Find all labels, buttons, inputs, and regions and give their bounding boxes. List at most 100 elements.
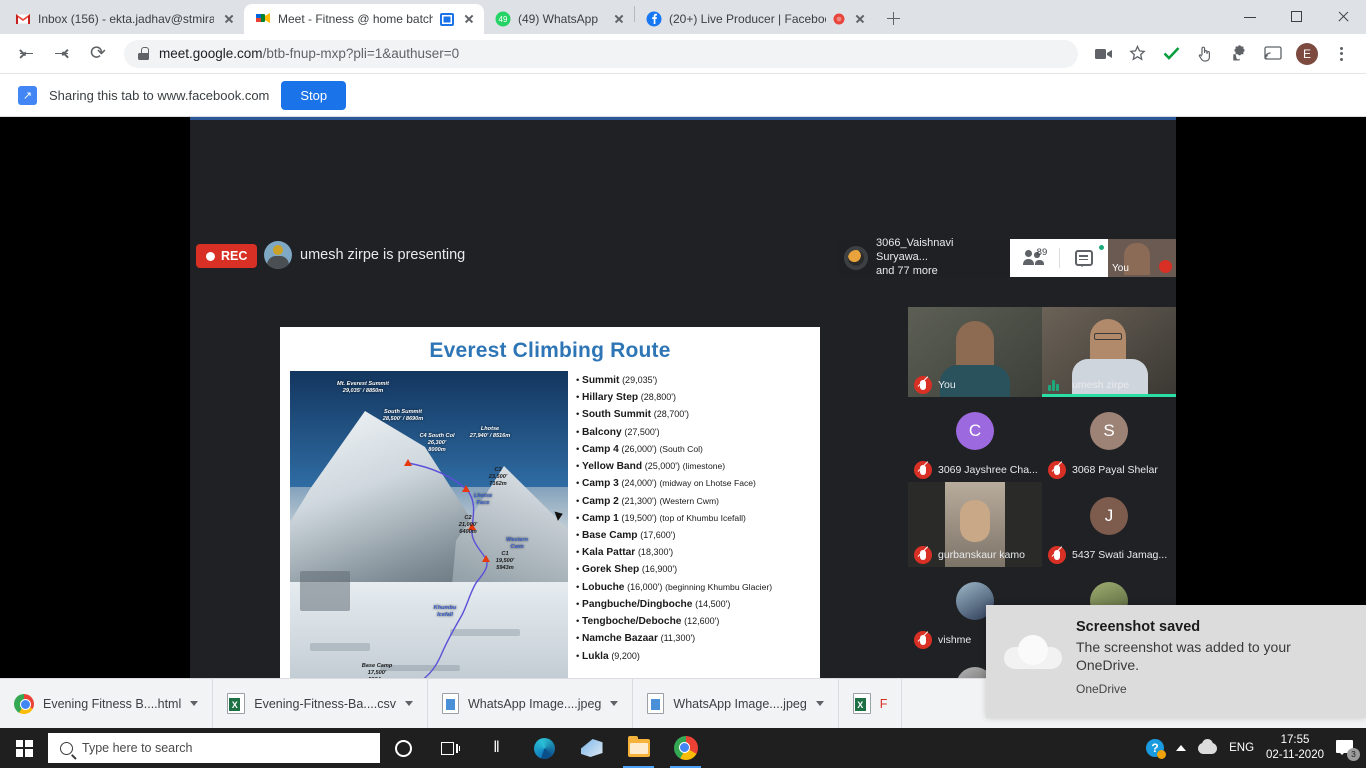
browser-tab-whatsapp[interactable]: 49 (49) WhatsApp <box>484 4 634 34</box>
kebab-icon <box>1330 43 1352 65</box>
people-count: 89 <box>1037 247 1048 258</box>
slide-body: Mt. Everest Summit 29,035' / 8850m South… <box>290 371 810 711</box>
image-label: C4 South Col 26,300' 8000m <box>402 433 472 454</box>
avatar: S <box>1090 412 1128 450</box>
avatar[interactable]: E <box>1293 40 1321 68</box>
search-input[interactable]: Type here to search <box>48 733 380 763</box>
download-item[interactable]: Evening-Fitness-Ba....csv <box>213 679 428 729</box>
chevron-down-icon[interactable] <box>190 701 198 706</box>
route-bullet-list: Summit (29,035') Hillary Step (28,800') … <box>576 371 810 711</box>
pinned-app-edge[interactable] <box>521 728 568 768</box>
chevron-down-icon[interactable] <box>405 701 413 706</box>
reload-icon[interactable]: ⟳ <box>83 39 113 69</box>
cast-icon[interactable] <box>1259 40 1287 68</box>
image-label: Lhotse Face <box>466 493 500 507</box>
tab-sharing-bar: ↗ Sharing this tab to www.facebook.com S… <box>0 74 1366 117</box>
stop-sharing-button[interactable]: Stop <box>281 81 346 110</box>
download-filename: Evening Fitness B....html <box>43 697 181 711</box>
language-indicator[interactable]: ENG <box>1229 742 1254 754</box>
clock-time: 17:55 <box>1266 733 1324 748</box>
chevron-down-icon[interactable] <box>610 701 618 706</box>
toast-body: The screenshot was added to your OneDriv… <box>1076 638 1350 675</box>
onedrive-tray-icon[interactable] <box>1198 743 1217 754</box>
tab-title: Inbox (156) - ekta.jadhav@stmira <box>38 12 214 26</box>
participant-name: You <box>938 379 956 391</box>
close-icon[interactable] <box>461 11 477 27</box>
download-item[interactable]: F <box>839 679 903 729</box>
participant-tile-swati[interactable]: J 5437 Swati Jamag... <box>1042 482 1176 567</box>
camera-icon[interactable] <box>1089 40 1117 68</box>
maximize-button[interactable] <box>1274 0 1320 34</box>
download-item[interactable]: Evening Fitness B....html <box>0 679 213 729</box>
url-path: /btb-fnup-mxp?pli=1&authuser=0 <box>263 46 460 61</box>
participant-tile-umesh[interactable]: umesh zirpe <box>1042 307 1176 397</box>
cortana-button[interactable] <box>380 728 427 768</box>
green-check-icon[interactable] <box>1157 40 1185 68</box>
mic-off-icon <box>914 376 932 394</box>
stage-top-accent <box>190 117 1176 120</box>
search-placeholder: Type here to search <box>82 741 192 755</box>
download-filename: F <box>880 697 888 711</box>
image-label: C1 19,500' 5943m <box>486 551 524 572</box>
pinned-app-chrome[interactable] <box>662 728 709 768</box>
pinned-app-teams[interactable] <box>568 728 615 768</box>
download-item[interactable]: WhatsApp Image....jpeg <box>633 679 838 729</box>
task-view-button[interactable] <box>427 728 474 768</box>
glacier-texture <box>300 571 350 611</box>
browser-tab-inbox[interactable]: Inbox (156) - ekta.jadhav@stmira <box>4 4 244 34</box>
grid-row: gurbanskaur kamo J 5437 Swati Jamag... <box>908 482 1176 567</box>
clock[interactable]: 17:55 02-11-2020 <box>1266 733 1324 763</box>
chrome-menu-button[interactable] <box>1327 40 1355 68</box>
camp3-marker <box>462 485 470 492</box>
browser-tab-meet[interactable]: Meet - Fitness @ home batch <box>244 4 484 34</box>
chat-button[interactable] <box>1060 239 1109 277</box>
extensions-puzzle-icon[interactable] <box>1225 40 1253 68</box>
chat-unread-dot <box>1098 244 1105 251</box>
self-view-thumbnail[interactable]: You <box>1108 239 1176 277</box>
address-bar[interactable]: meet.google.com /btb-fnup-mxp?pli=1&auth… <box>124 40 1078 68</box>
list-item: Summit (29,035') <box>576 375 810 387</box>
chat-icon <box>1075 250 1093 266</box>
minimize-button[interactable] <box>1228 0 1274 34</box>
camp4-marker <box>404 459 412 466</box>
close-icon[interactable] <box>221 11 237 27</box>
browser-tab-facebook[interactable]: (20+) Live Producer | Faceboo <box>635 4 875 34</box>
star-icon[interactable] <box>1123 40 1151 68</box>
close-icon[interactable] <box>852 11 868 27</box>
tab-sharing-indicator-icon <box>440 13 454 26</box>
participant-name-more: and 77 more <box>876 265 1002 279</box>
close-icon[interactable] <box>611 11 627 27</box>
sharing-message: Sharing this tab to www.facebook.com <box>49 88 269 103</box>
download-item[interactable]: WhatsApp Image....jpeg <box>428 679 633 729</box>
list-item: South Summit (28,700') <box>576 409 810 421</box>
close-window-button[interactable] <box>1320 0 1366 34</box>
pinned-app-file-explorer[interactable] <box>615 728 662 768</box>
show-hidden-icons-button[interactable] <box>1176 745 1186 751</box>
pinned-app-pipe[interactable]: ‖ <box>474 728 521 768</box>
list-item: Balcony (27,500') <box>576 427 810 439</box>
list-item: Base Camp (17,600') <box>576 530 810 542</box>
forward-button[interactable] <box>47 39 77 69</box>
hand-icon[interactable] <box>1191 40 1219 68</box>
slide-title: Everest Climbing Route <box>290 339 810 363</box>
list-item: Camp 4 (26,000') (South Col) <box>576 444 810 456</box>
teams-icon <box>581 739 603 757</box>
help-icon[interactable]: ? <box>1146 739 1164 757</box>
action-center-button[interactable]: 3 <box>1336 740 1356 757</box>
participant-tile-gurbanskaur[interactable]: gurbanskaur kamo <box>908 482 1042 567</box>
new-tab-button[interactable] <box>879 4 907 32</box>
start-button[interactable] <box>0 728 48 768</box>
screen: Inbox (156) - ekta.jadhav@stmira Meet - … <box>0 0 1366 768</box>
participant-tile-jayshree[interactable]: C 3069 Jayshree Cha... <box>908 397 1042 482</box>
participant-name: 3069 Jayshree Cha... <box>938 464 1038 476</box>
back-button[interactable] <box>11 39 41 69</box>
meet-top-controls: 89 <box>1010 239 1108 277</box>
participant-tile-you[interactable]: You <box>908 307 1042 397</box>
participants-summary[interactable]: 3066_Vaishnavi Suryawa... and 77 more <box>836 239 1010 277</box>
onedrive-notification-toast[interactable]: Screenshot saved The screenshot was adde… <box>986 605 1366 718</box>
list-item: Kala Pattar (18,300') <box>576 547 810 559</box>
show-everyone-button[interactable]: 89 <box>1010 239 1059 277</box>
participant-tile-payal[interactable]: S 3068 Payal Shelar <box>1042 397 1176 482</box>
chevron-down-icon[interactable] <box>816 701 824 706</box>
list-item: Camp 1 (19,500') (top of Khumbu Icefall) <box>576 513 810 525</box>
